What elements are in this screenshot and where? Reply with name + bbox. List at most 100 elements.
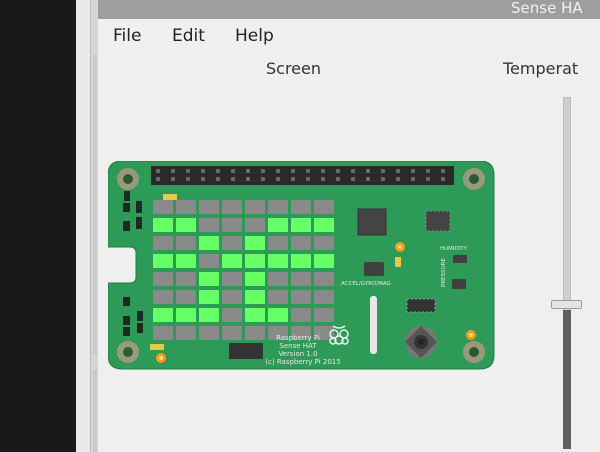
board-copyright: (c) Raspberry Pi 2015 bbox=[265, 358, 340, 366]
header-pin bbox=[321, 177, 325, 181]
desktop-background bbox=[0, 0, 76, 452]
led-pixel[interactable] bbox=[268, 272, 288, 286]
header-pin bbox=[246, 177, 250, 181]
header-pin bbox=[306, 169, 310, 173]
led-pixel[interactable] bbox=[222, 254, 242, 268]
led-pixel[interactable] bbox=[199, 236, 219, 250]
led-pixel[interactable] bbox=[245, 254, 265, 268]
header-pin bbox=[441, 177, 445, 181]
led-pixel[interactable] bbox=[291, 290, 311, 304]
led-pixel[interactable] bbox=[222, 200, 242, 214]
connector-chip bbox=[229, 343, 263, 359]
temperature-slider-fill bbox=[563, 310, 571, 449]
header-pin bbox=[411, 169, 415, 173]
led-pixel[interactable] bbox=[245, 200, 265, 214]
led-pixel[interactable] bbox=[245, 272, 265, 286]
led-pixel[interactable] bbox=[314, 254, 334, 268]
header-pin bbox=[201, 177, 205, 181]
led-pixel[interactable] bbox=[176, 326, 196, 340]
header-pin bbox=[261, 169, 265, 173]
led-pixel[interactable] bbox=[291, 200, 311, 214]
led-pixel[interactable] bbox=[291, 236, 311, 250]
header-pin bbox=[336, 169, 340, 173]
led-pixel[interactable] bbox=[199, 218, 219, 232]
led-pixel[interactable] bbox=[222, 290, 242, 304]
led-pixel[interactable] bbox=[199, 200, 219, 214]
led-pixel[interactable] bbox=[199, 308, 219, 322]
led-pixel[interactable] bbox=[245, 218, 265, 232]
led-pixel[interactable] bbox=[291, 308, 311, 322]
led-pixel[interactable] bbox=[245, 326, 265, 340]
led-pixel[interactable] bbox=[153, 326, 173, 340]
led-pixel[interactable] bbox=[176, 308, 196, 322]
led-pixel[interactable] bbox=[314, 200, 334, 214]
led-pixel[interactable] bbox=[222, 236, 242, 250]
header-pin bbox=[441, 169, 445, 173]
header-pin bbox=[366, 177, 370, 181]
header-pin bbox=[171, 169, 175, 173]
header-pin bbox=[336, 177, 340, 181]
led-pixel[interactable] bbox=[153, 218, 173, 232]
background-window-edge bbox=[76, 0, 90, 452]
led-pixel[interactable] bbox=[153, 200, 173, 214]
led-pixel[interactable] bbox=[199, 254, 219, 268]
led-pixel[interactable] bbox=[199, 290, 219, 304]
led-pixel[interactable] bbox=[268, 236, 288, 250]
accel-gyro-mag-label: ACCEL/GYRO/MAG bbox=[341, 281, 391, 287]
led-pixel[interactable] bbox=[291, 218, 311, 232]
title-bar[interactable]: Sense HA bbox=[98, 0, 600, 19]
led-pixel[interactable] bbox=[291, 254, 311, 268]
menu-file[interactable]: File bbox=[113, 26, 141, 46]
led-pixel[interactable] bbox=[245, 290, 265, 304]
temperature-slider-handle[interactable] bbox=[551, 300, 582, 309]
led-pixel[interactable] bbox=[268, 254, 288, 268]
slot bbox=[370, 296, 377, 354]
led-pixel[interactable] bbox=[176, 200, 196, 214]
menu-edit[interactable]: Edit bbox=[172, 26, 205, 46]
header-pin bbox=[351, 177, 355, 181]
led-pixel[interactable] bbox=[268, 308, 288, 322]
led-pixel[interactable] bbox=[314, 272, 334, 286]
led-pixel[interactable] bbox=[176, 218, 196, 232]
led-pixel[interactable] bbox=[222, 272, 242, 286]
pressure-sensor bbox=[452, 279, 466, 289]
header-pin bbox=[426, 169, 430, 173]
pressure-label: PRESSURE bbox=[441, 258, 447, 287]
led-pixel[interactable] bbox=[176, 290, 196, 304]
header-pin bbox=[216, 177, 220, 181]
header-pin bbox=[216, 169, 220, 173]
header-pin bbox=[291, 177, 295, 181]
header-pin bbox=[246, 169, 250, 173]
temperature-label: Temperat bbox=[503, 59, 579, 78]
led-pixel[interactable] bbox=[176, 272, 196, 286]
board-version: Version 1.0 bbox=[278, 350, 317, 358]
led-pixel[interactable] bbox=[268, 200, 288, 214]
led-pixel[interactable] bbox=[222, 308, 242, 322]
led-pixel[interactable] bbox=[245, 236, 265, 250]
led-pixel[interactable] bbox=[153, 254, 173, 268]
led-pixel[interactable] bbox=[314, 218, 334, 232]
header-pin bbox=[201, 169, 205, 173]
led-pixel[interactable] bbox=[291, 272, 311, 286]
led-pixel[interactable] bbox=[176, 254, 196, 268]
led-pixel[interactable] bbox=[153, 308, 173, 322]
led-pixel[interactable] bbox=[268, 218, 288, 232]
led-pixel[interactable] bbox=[314, 308, 334, 322]
led-pixel[interactable] bbox=[314, 290, 334, 304]
humidity-sensor bbox=[453, 255, 467, 263]
led-pixel[interactable] bbox=[153, 290, 173, 304]
led-pixel[interactable] bbox=[268, 290, 288, 304]
header-pin bbox=[396, 169, 400, 173]
led-pixel[interactable] bbox=[153, 272, 173, 286]
led-pixel[interactable] bbox=[222, 218, 242, 232]
menu-help[interactable]: Help bbox=[235, 26, 274, 46]
led-pixel[interactable] bbox=[199, 326, 219, 340]
sense-hat-board: Raspberry Pi Sense HAT Version 1.0 (c) R… bbox=[108, 161, 495, 370]
led-pixel[interactable] bbox=[314, 236, 334, 250]
led-pixel[interactable] bbox=[176, 236, 196, 250]
led-pixel[interactable] bbox=[222, 326, 242, 340]
led-pixel[interactable] bbox=[245, 308, 265, 322]
joystick[interactable] bbox=[405, 326, 437, 358]
led-pixel[interactable] bbox=[153, 236, 173, 250]
led-pixel[interactable] bbox=[199, 272, 219, 286]
